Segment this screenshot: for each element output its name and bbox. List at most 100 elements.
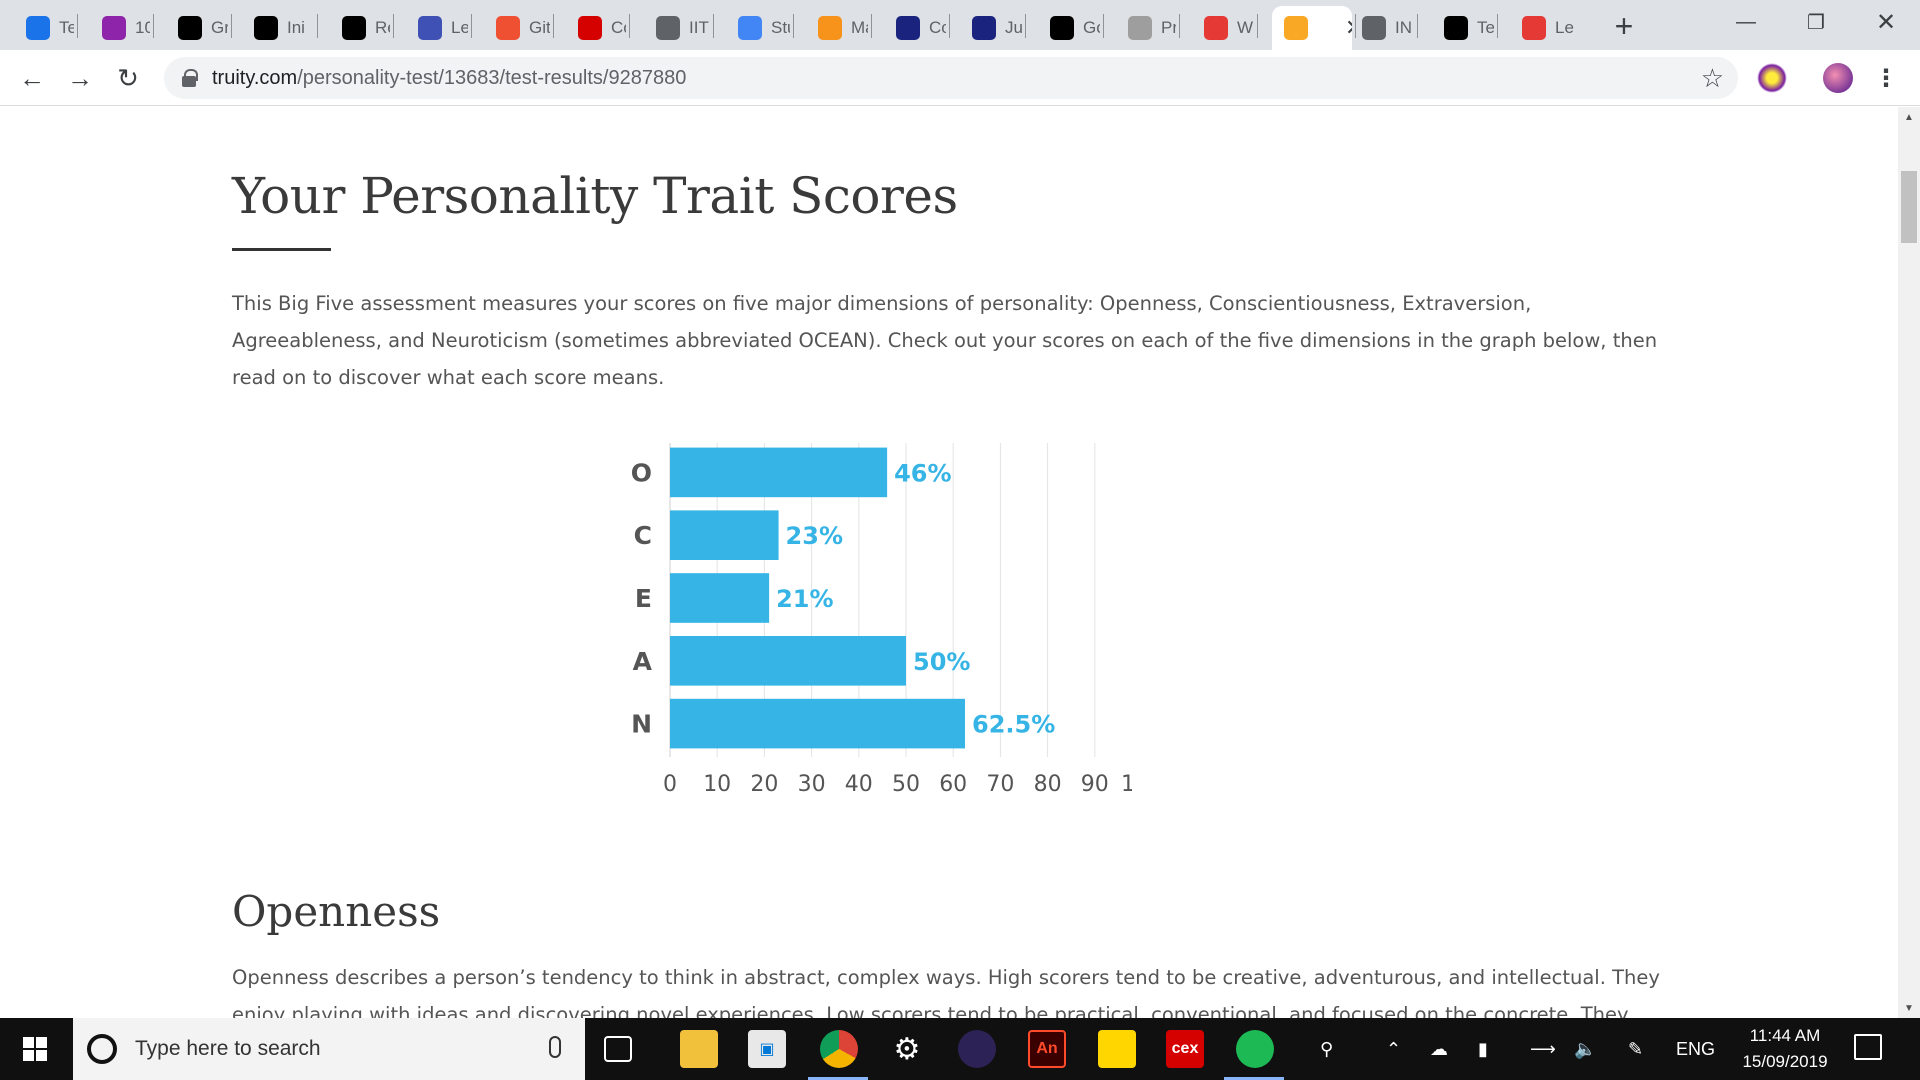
- browser-tab-label: Ini: [287, 18, 305, 37]
- data-label: 62.5%: [972, 711, 1055, 739]
- wifi-icon[interactable]: ⟶: [1530, 1018, 1556, 1080]
- settings-gear-icon[interactable]: ⚙: [888, 1030, 926, 1068]
- people-icon[interactable]: ⚲: [1320, 1018, 1333, 1080]
- browser-tab-label: Te: [1477, 18, 1494, 37]
- taskbar-search-placeholder: Type here to search: [135, 1037, 321, 1060]
- start-button[interactable]: [0, 1018, 70, 1080]
- browser-menu-button[interactable]: ⋮: [1868, 60, 1904, 96]
- browser-tab-label: IN: [1395, 18, 1412, 37]
- action-center-icon[interactable]: [1854, 1034, 1882, 1060]
- browser-tab[interactable]: Re: [330, 6, 390, 50]
- x-tick-label: 60: [939, 772, 967, 797]
- browser-tab-label: IIT: [689, 18, 709, 37]
- animate-icon[interactable]: An: [1028, 1030, 1066, 1068]
- browser-tab[interactable]: Te: [1432, 6, 1494, 50]
- bar-e: [670, 573, 770, 623]
- browser-tab[interactable]: Pr: [1116, 6, 1176, 50]
- profile-avatar[interactable]: [1823, 63, 1853, 93]
- store-icon[interactable]: ▣: [748, 1030, 786, 1068]
- close-window-button[interactable]: ✕: [1856, 0, 1916, 44]
- browser-tab-label: Pr: [1161, 18, 1176, 37]
- address-bar[interactable]: truity.com/personality-test/13683/test-r…: [164, 57, 1738, 99]
- tab-separator: [713, 14, 714, 38]
- browser-tab[interactable]: Le: [406, 6, 468, 50]
- bookmark-star-icon[interactable]: ☆: [1701, 63, 1724, 94]
- sparkle-icon: [1128, 16, 1152, 40]
- globe-icon: [656, 16, 680, 40]
- browser-tab[interactable]: W: [1192, 6, 1254, 50]
- data-label: 23%: [786, 522, 843, 550]
- tab-separator: [77, 14, 78, 38]
- category-label: C: [634, 521, 652, 550]
- trait-scores-chart: 0 10 20 30 40 50 60 70 80 90 100 O 46% C 23% E 21% A 50% N 6…: [612, 427, 1163, 827]
- clock-date: 15/09/2019: [1742, 1052, 1828, 1071]
- bar-o: [670, 447, 888, 498]
- browser-tab[interactable]: Stu: [726, 6, 790, 50]
- back-button[interactable]: ←: [14, 60, 50, 96]
- browser-tab[interactable]: Co: [884, 6, 946, 50]
- windows-taskbar: Type here to search ▣ ⚙ An cex ⚲ ⌃ ☁ ▮ ⟶…: [0, 1018, 1920, 1080]
- browser-tab-label: Gr: [211, 18, 228, 37]
- x-tick-label: 50: [892, 772, 920, 797]
- system-clock[interactable]: 11:44 AM 15/09/2019: [1730, 1018, 1840, 1080]
- forward-button[interactable]: →: [62, 60, 98, 96]
- taskbar-search-box[interactable]: Type here to search: [73, 1018, 585, 1080]
- volume-icon[interactable]: 🔈: [1574, 1018, 1596, 1080]
- sticky-notes-icon[interactable]: [1098, 1030, 1136, 1068]
- chrome-icon[interactable]: [820, 1030, 858, 1068]
- task-view-icon[interactable]: [604, 1036, 632, 1062]
- browser-tab[interactable]: Ma: [806, 6, 868, 50]
- jupiter-icon: [896, 16, 920, 40]
- minimize-button[interactable]: —: [1716, 0, 1776, 44]
- tab-separator: [629, 14, 630, 38]
- browser-tab[interactable]: IN: [1350, 6, 1414, 50]
- scroll-down-arrow[interactable]: ▼: [1898, 998, 1920, 1018]
- tab-separator: [393, 14, 394, 38]
- url-text[interactable]: truity.com/personality-test/13683/test-r…: [212, 67, 686, 90]
- language-indicator[interactable]: ENG: [1676, 1018, 1715, 1080]
- extension-icon[interactable]: [1757, 63, 1787, 93]
- cex-icon[interactable]: cex: [1166, 1030, 1204, 1068]
- onedrive-icon[interactable]: ☁: [1430, 1018, 1448, 1080]
- tab-separator: [871, 14, 872, 38]
- git-icon: [496, 16, 520, 40]
- quote-icon: [1444, 16, 1468, 40]
- data-label: 46%: [894, 459, 951, 487]
- apple-icon: [1204, 16, 1228, 40]
- browser-tab[interactable]: Te: [14, 6, 74, 50]
- battery-icon[interactable]: ▮: [1478, 1018, 1488, 1080]
- browser-tab[interactable]: Le: [1510, 6, 1574, 50]
- tray-overflow-icon[interactable]: ⌃: [1386, 1018, 1401, 1080]
- spotify-icon[interactable]: [1236, 1030, 1274, 1068]
- tab-separator: [1025, 14, 1026, 38]
- eclipse-icon[interactable]: [958, 1030, 996, 1068]
- file-explorer-icon[interactable]: [680, 1030, 718, 1068]
- x-tick-label: 90: [1081, 772, 1109, 797]
- restore-button[interactable]: ❐: [1786, 0, 1846, 44]
- reload-button[interactable]: ↻: [110, 60, 146, 96]
- microphone-icon[interactable]: [549, 1036, 561, 1058]
- x-tick-label: 20: [750, 772, 778, 797]
- github-icon: [342, 16, 366, 40]
- browser-tab-label: Ma: [851, 18, 868, 37]
- browser-tab[interactable]: Git: [484, 6, 550, 50]
- category-label: E: [635, 584, 652, 613]
- scroll-up-arrow[interactable]: ▲: [1898, 107, 1920, 127]
- browser-tab[interactable]: Ini: [242, 6, 314, 50]
- browser-tab[interactable]: 10: [90, 6, 150, 50]
- tab-separator: [1257, 14, 1258, 38]
- browser-tab[interactable]: ✕: [1272, 6, 1352, 50]
- browser-tab[interactable]: Co: [566, 6, 626, 50]
- category-label: A: [633, 647, 653, 676]
- page-scrollbar[interactable]: ▲ ▼: [1898, 107, 1920, 1018]
- browser-tab[interactable]: Go: [1038, 6, 1100, 50]
- clock-time: 11:44 AM: [1749, 1026, 1821, 1045]
- browser-tab[interactable]: IIT: [644, 6, 710, 50]
- new-tab-button[interactable]: +: [1604, 6, 1644, 46]
- scroll-thumb[interactable]: [1901, 171, 1917, 243]
- browser-tab[interactable]: Gr: [166, 6, 228, 50]
- browser-tab-label: Jul: [1005, 18, 1022, 37]
- browser-tab[interactable]: Jul: [960, 6, 1022, 50]
- browser-tab-label: Te: [59, 18, 74, 37]
- pen-icon[interactable]: ✎: [1628, 1018, 1643, 1080]
